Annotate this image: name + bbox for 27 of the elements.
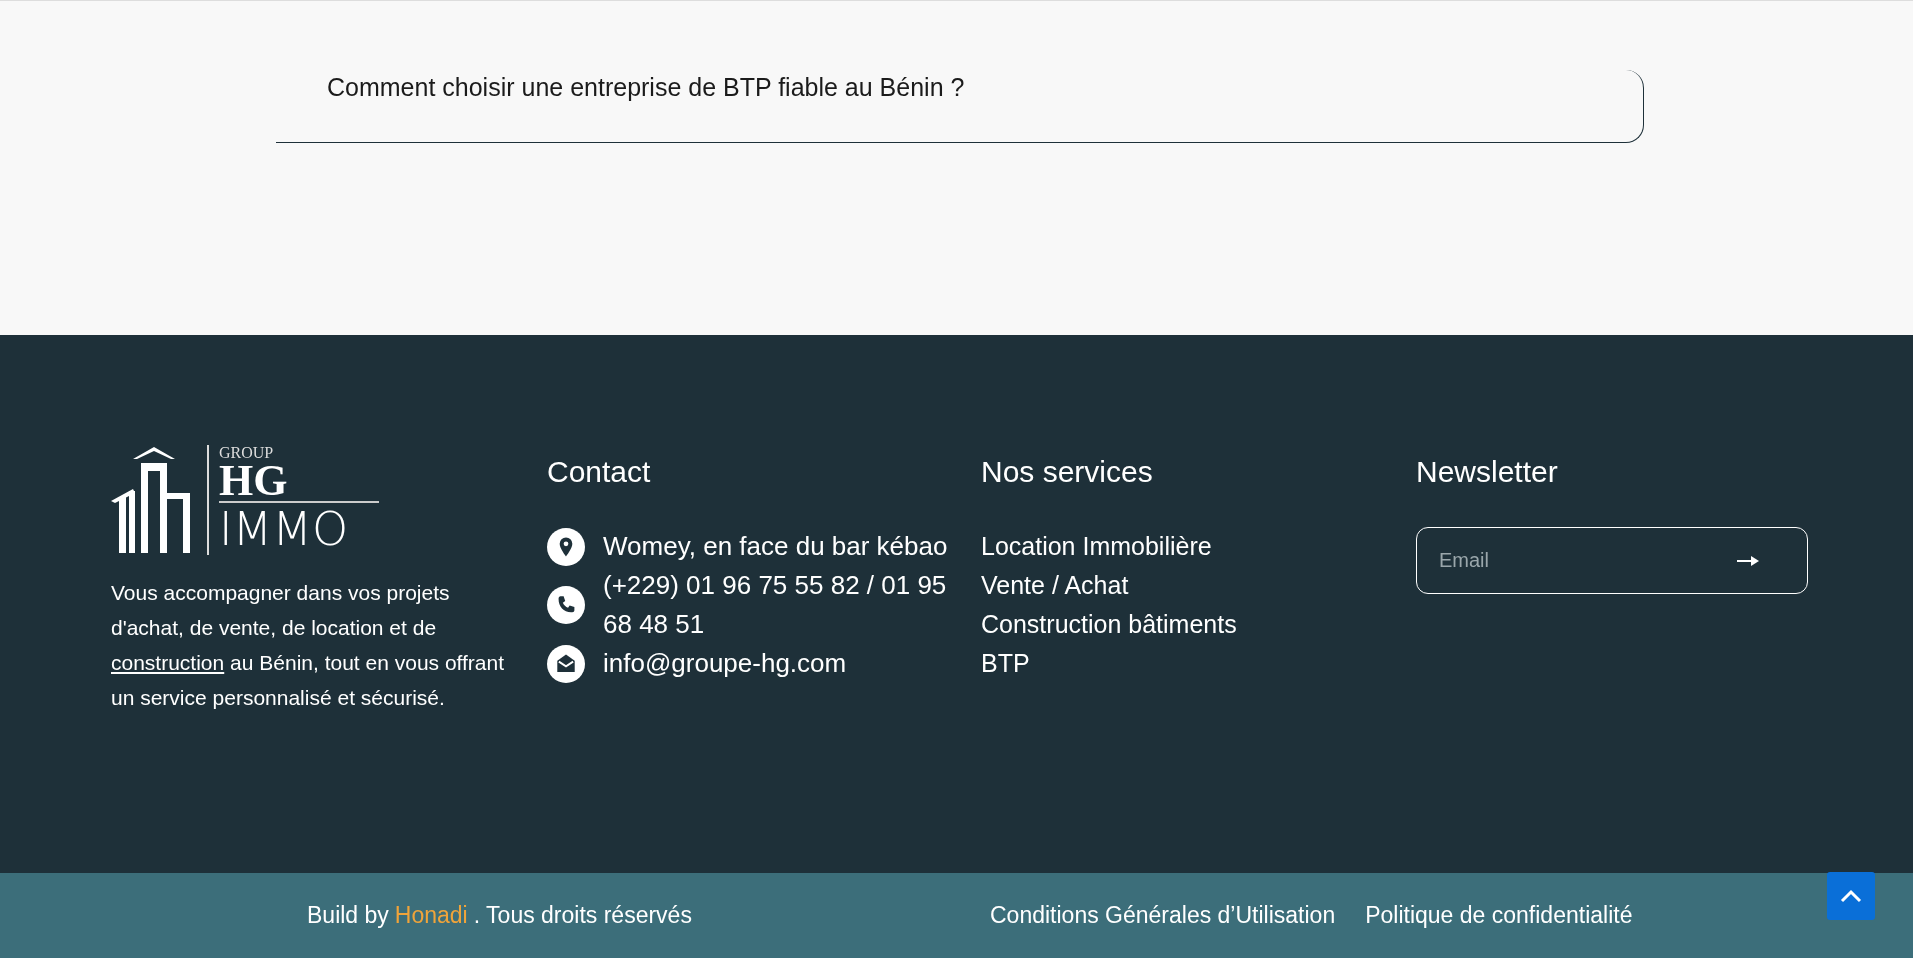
- footer-description: Vous accompagner dans vos projets d'achat, de vente, de location et de construction au Bénin, tout en vous offrant un service personnalisé et sécurisé.: [111, 580, 506, 711]
- email-field[interactable]: Email: [1437, 548, 1733, 573]
- service-link[interactable]: Location Immobilière: [981, 527, 1212, 566]
- faq-item[interactable]: Comment choisir une entreprise de BTP fiable au Bénin ?: [276, 70, 1644, 143]
- service-link[interactable]: Vente / Achat: [981, 566, 1129, 605]
- column-heading: Nos services: [981, 455, 1154, 489]
- column-heading: Newsletter: [1416, 455, 1559, 489]
- logo-text: GROUP: [219, 445, 275, 461]
- service-link[interactable]: BTP: [981, 644, 1030, 683]
- logo-text: HG: [219, 461, 379, 503]
- email-icon: [547, 644, 585, 683]
- chevron-up-icon: [1840, 889, 1862, 903]
- scroll-to-top-button[interactable]: [1827, 872, 1875, 920]
- column-heading: Contact: [547, 455, 652, 489]
- construction-link[interactable]: construction: [111, 651, 225, 674]
- credit-text: . Tous droits réservés: [473, 902, 692, 929]
- location-icon: [547, 527, 585, 566]
- legal-link[interactable]: Politique de confidentialité: [1365, 902, 1633, 929]
- contact-text: Womey, en face du bar kébao: [603, 530, 949, 563]
- logo-text: IMMO: [219, 503, 350, 555]
- arrow-right-icon: [1737, 554, 1761, 567]
- credit-text: Build by: [307, 902, 389, 929]
- legal-link[interactable]: Conditions Générales d’Utilisation: [990, 902, 1336, 929]
- newsletter-field[interactable]: Email: [1416, 527, 1808, 594]
- service-link[interactable]: Construction bâtiments: [981, 605, 1237, 644]
- contact-text: info@groupe-hg.com: [603, 647, 848, 680]
- phone-icon: [547, 586, 585, 624]
